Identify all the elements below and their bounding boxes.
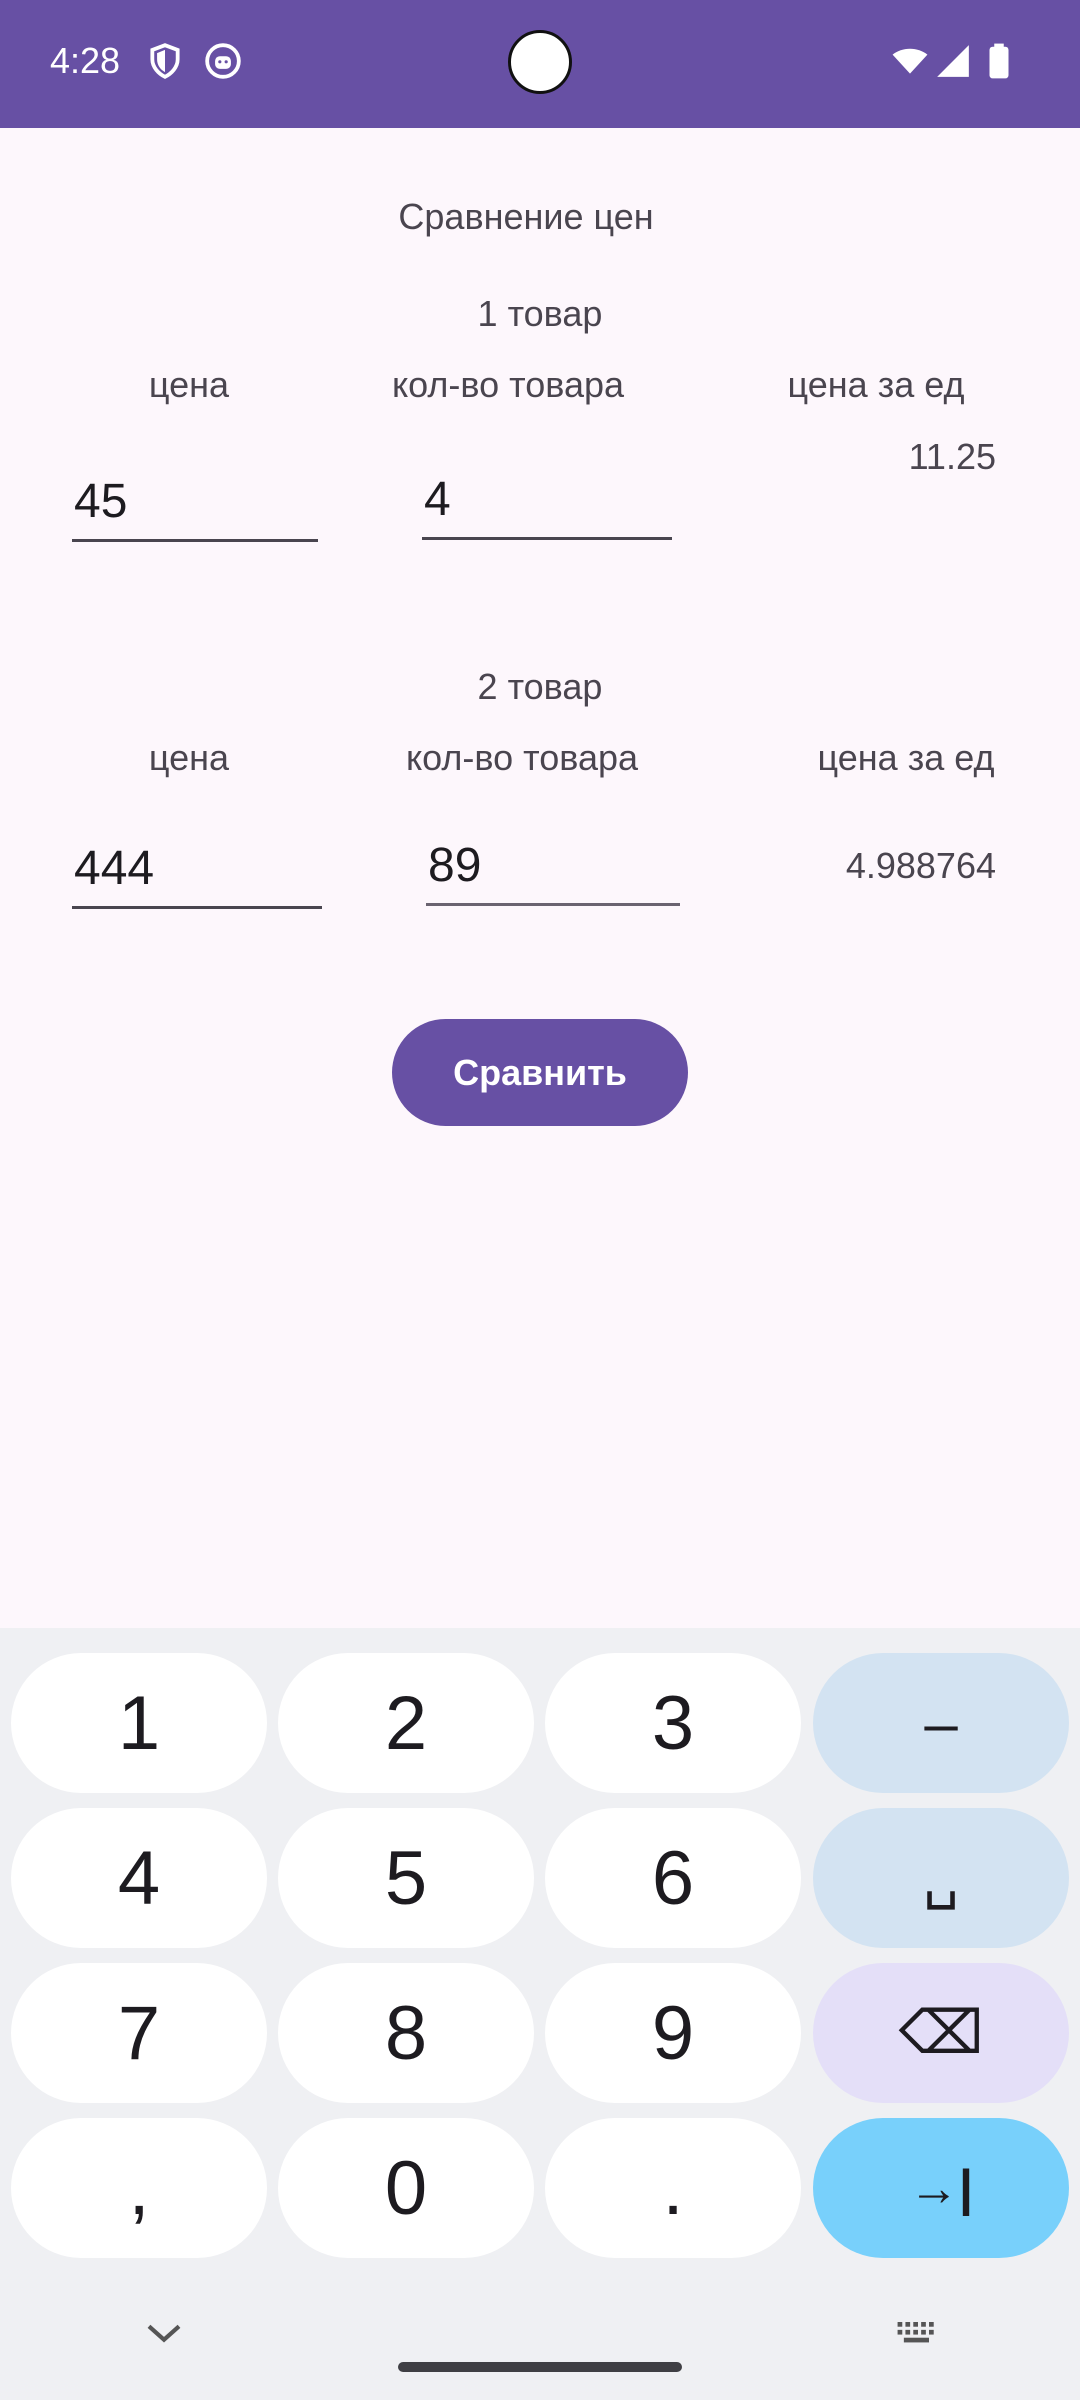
key-8[interactable]: 8 (278, 1963, 534, 2103)
chevron-down-icon[interactable] (144, 2318, 184, 2348)
item1-price-input[interactable]: 45 (72, 462, 318, 542)
key-7[interactable]: 7 (11, 1963, 267, 2103)
numeric-keyboard: 1 2 3 – 4 5 6 ␣ 7 8 9 ⌫ , 0 . →| (0, 1628, 1080, 2400)
app-notification-icon (205, 43, 241, 79)
key-9[interactable]: 9 (545, 1963, 801, 2103)
wifi-icon (892, 48, 928, 74)
key-next[interactable]: →| (813, 2118, 1069, 2258)
shield-icon (150, 43, 180, 79)
item1-unit-price-result: 11.25 (908, 436, 996, 477)
status-bar: 4:28 (0, 0, 1080, 128)
item2-price-input[interactable]: 444 (72, 829, 322, 909)
item1-qty-input[interactable]: 4 (422, 460, 672, 540)
key-2[interactable]: 2 (278, 1653, 534, 1793)
item1-price-label: цена (148, 364, 230, 405)
home-gesture-bar[interactable] (398, 2362, 682, 2372)
key-0[interactable]: 0 (278, 2118, 534, 2258)
status-time: 4:28 (50, 40, 121, 81)
key-5[interactable]: 5 (278, 1808, 534, 1948)
app-content: Сравнение цен 1 товар цена кол-во товара… (0, 128, 1080, 1628)
cellular-signal-icon (937, 45, 969, 77)
keyboard-icon[interactable] (896, 2320, 940, 2346)
item1-heading: 1 товар (477, 293, 603, 334)
item2-unit-price-label: цена за ед (817, 737, 995, 778)
key-backspace[interactable]: ⌫ (813, 1963, 1069, 2103)
camera-cutout (508, 30, 572, 94)
compare-button[interactable]: Сравнить (392, 1019, 688, 1126)
battery-icon (989, 43, 1009, 79)
key-comma[interactable]: , (11, 2118, 267, 2258)
key-minus[interactable]: – (813, 1653, 1069, 1793)
key-1[interactable]: 1 (11, 1653, 267, 1793)
key-6[interactable]: 6 (545, 1808, 801, 1948)
key-3[interactable]: 3 (545, 1653, 801, 1793)
item1-qty-label: кол-во товара (391, 364, 625, 405)
item2-qty-label: кол-во товара (405, 737, 639, 778)
key-space[interactable]: ␣ (813, 1808, 1069, 1948)
page-title: Сравнение цен (398, 196, 654, 237)
key-period[interactable]: . (545, 2118, 801, 2258)
item2-qty-input[interactable]: 89 (426, 826, 680, 906)
item2-unit-price-result: 4.988764 (845, 845, 996, 886)
item2-price-label: цена (148, 737, 230, 778)
key-4[interactable]: 4 (11, 1808, 267, 1948)
item2-heading: 2 товар (477, 666, 603, 707)
item1-unit-price-label: цена за ед (787, 364, 965, 405)
